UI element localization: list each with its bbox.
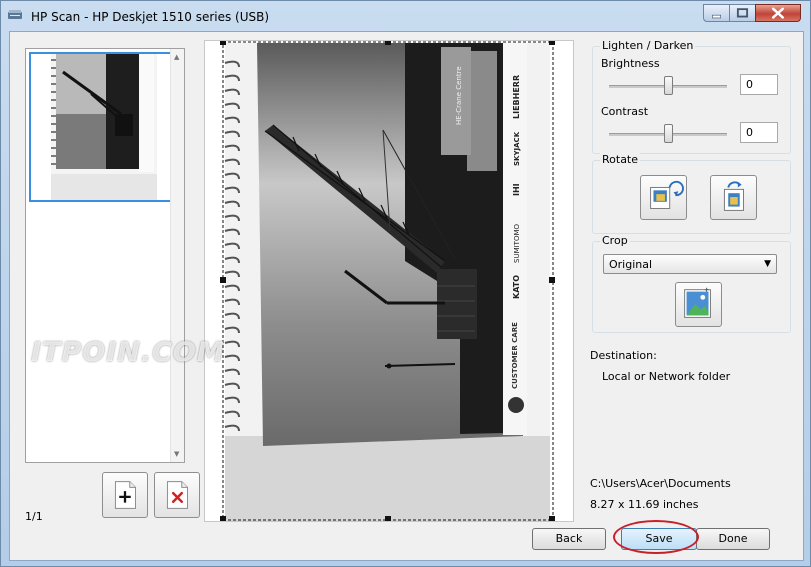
page-count: 1/1 — [25, 510, 43, 523]
main-panel: ▲ ▼ 1/1 HE-Crane Centre LIEBHERR SKYJACK… — [9, 31, 804, 561]
rotate-left-icon — [650, 180, 684, 209]
done-button[interactable]: Done — [696, 528, 770, 550]
page-size: 8.27 x 11.69 inches — [590, 498, 699, 511]
brand-sumitomo: SUMITOMO — [513, 224, 521, 263]
customer-care-text: CUSTOMER CARE — [511, 322, 519, 389]
page-thumbnail[interactable] — [29, 52, 179, 202]
rotate-group: Rotate — [592, 153, 791, 234]
scroll-up-icon[interactable]: ▲ — [174, 53, 179, 61]
thumbnail-image — [51, 54, 157, 200]
maximize-button[interactable] — [729, 4, 756, 22]
scan-preview[interactable]: HE-Crane Centre LIEBHERR SKYJACK IHI SUM… — [204, 40, 574, 522]
chevron-down-icon: ▼ — [764, 259, 771, 269]
brightness-slider[interactable] — [664, 76, 673, 95]
scroll-down-icon[interactable]: ▼ — [174, 450, 179, 458]
thumbnail-scrollbar[interactable]: ▲ ▼ — [170, 49, 184, 462]
window-title: HP Scan - HP Deskjet 1510 series (USB) — [31, 10, 270, 24]
close-button[interactable] — [755, 4, 801, 22]
crop-selected-value: Original — [609, 258, 653, 271]
brand-liebherr: LIEBHERR — [512, 75, 521, 119]
hp-scan-window: HP Scan - HP Deskjet 1510 series (USB) ▲… — [0, 0, 811, 567]
delete-page-button[interactable] — [154, 472, 200, 518]
brightness-label: Brightness — [601, 57, 660, 70]
destination-value: Local or Network folder — [602, 370, 731, 383]
panel-text: HE-Crane Centre — [455, 66, 463, 125]
title-bar: HP Scan - HP Deskjet 1510 series (USB) — [1, 1, 810, 31]
maximize-icon — [736, 8, 749, 18]
crop-image-icon — [684, 287, 711, 318]
save-highlight-annotation — [613, 520, 699, 554]
rotate-right-button[interactable] — [710, 175, 757, 220]
destination-label: Destination: — [590, 349, 657, 362]
contrast-slider[interactable] — [664, 124, 673, 143]
add-page-button[interactable] — [102, 472, 148, 518]
watermark: ITPOIN.COM — [31, 337, 225, 368]
save-path: C:\Users\Acer\Documents — [590, 477, 731, 490]
crop-select[interactable]: Original ▼ — [603, 254, 777, 274]
rotate-right-icon — [723, 181, 745, 211]
scanner-icon — [8, 10, 22, 19]
close-icon — [771, 7, 784, 19]
brand-ihi: IHI — [512, 183, 521, 196]
add-page-icon — [114, 481, 136, 509]
minimize-button[interactable] — [703, 4, 730, 22]
rotate-left-button[interactable] — [640, 175, 687, 220]
crop-heading: Crop — [600, 234, 630, 247]
rotate-heading: Rotate — [600, 153, 641, 166]
crop-group: Crop Original ▼ — [592, 234, 791, 333]
contrast-input[interactable]: 0 — [740, 122, 778, 143]
minimize-icon — [712, 14, 721, 19]
back-button[interactable]: Back — [532, 528, 606, 550]
brand-kato: KATO — [512, 275, 521, 299]
lighten-darken-heading: Lighten / Darken — [600, 39, 696, 52]
thumbnail-list[interactable]: ▲ ▼ — [25, 48, 185, 463]
lighten-darken-group: Lighten / Darken Brightness 0 Contrast 0 — [592, 39, 791, 154]
brand-skyjack: SKYJACK — [513, 131, 521, 166]
delete-page-icon — [166, 481, 188, 509]
scanned-image: HE-Crane Centre LIEBHERR SKYJACK IHI SUM… — [220, 41, 555, 521]
contrast-label: Contrast — [601, 105, 649, 118]
crop-button[interactable] — [675, 282, 722, 327]
brightness-input[interactable]: 0 — [740, 74, 778, 95]
